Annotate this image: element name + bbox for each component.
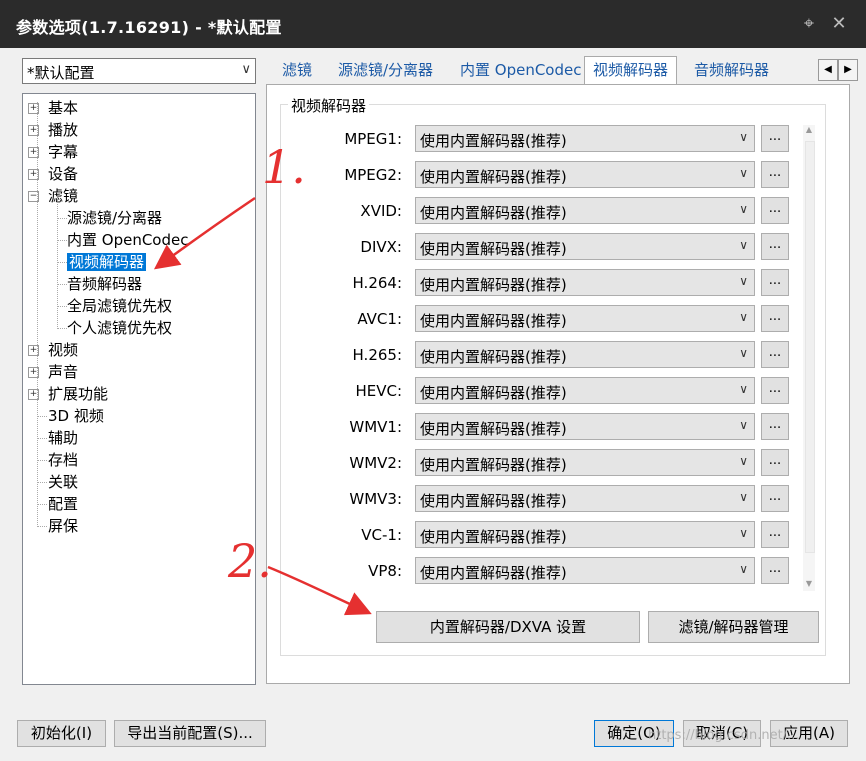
arrow-to-dxva-button — [267, 565, 372, 616]
preferences-window: 参数选项(1.7.16291) - *默认配置 ⌖ ✕ *默认配置 ∨ + 基本 +… — [0, 0, 866, 761]
annotation-arrows — [153, 196, 372, 616]
arrow-to-video-decoder — [153, 196, 256, 270]
